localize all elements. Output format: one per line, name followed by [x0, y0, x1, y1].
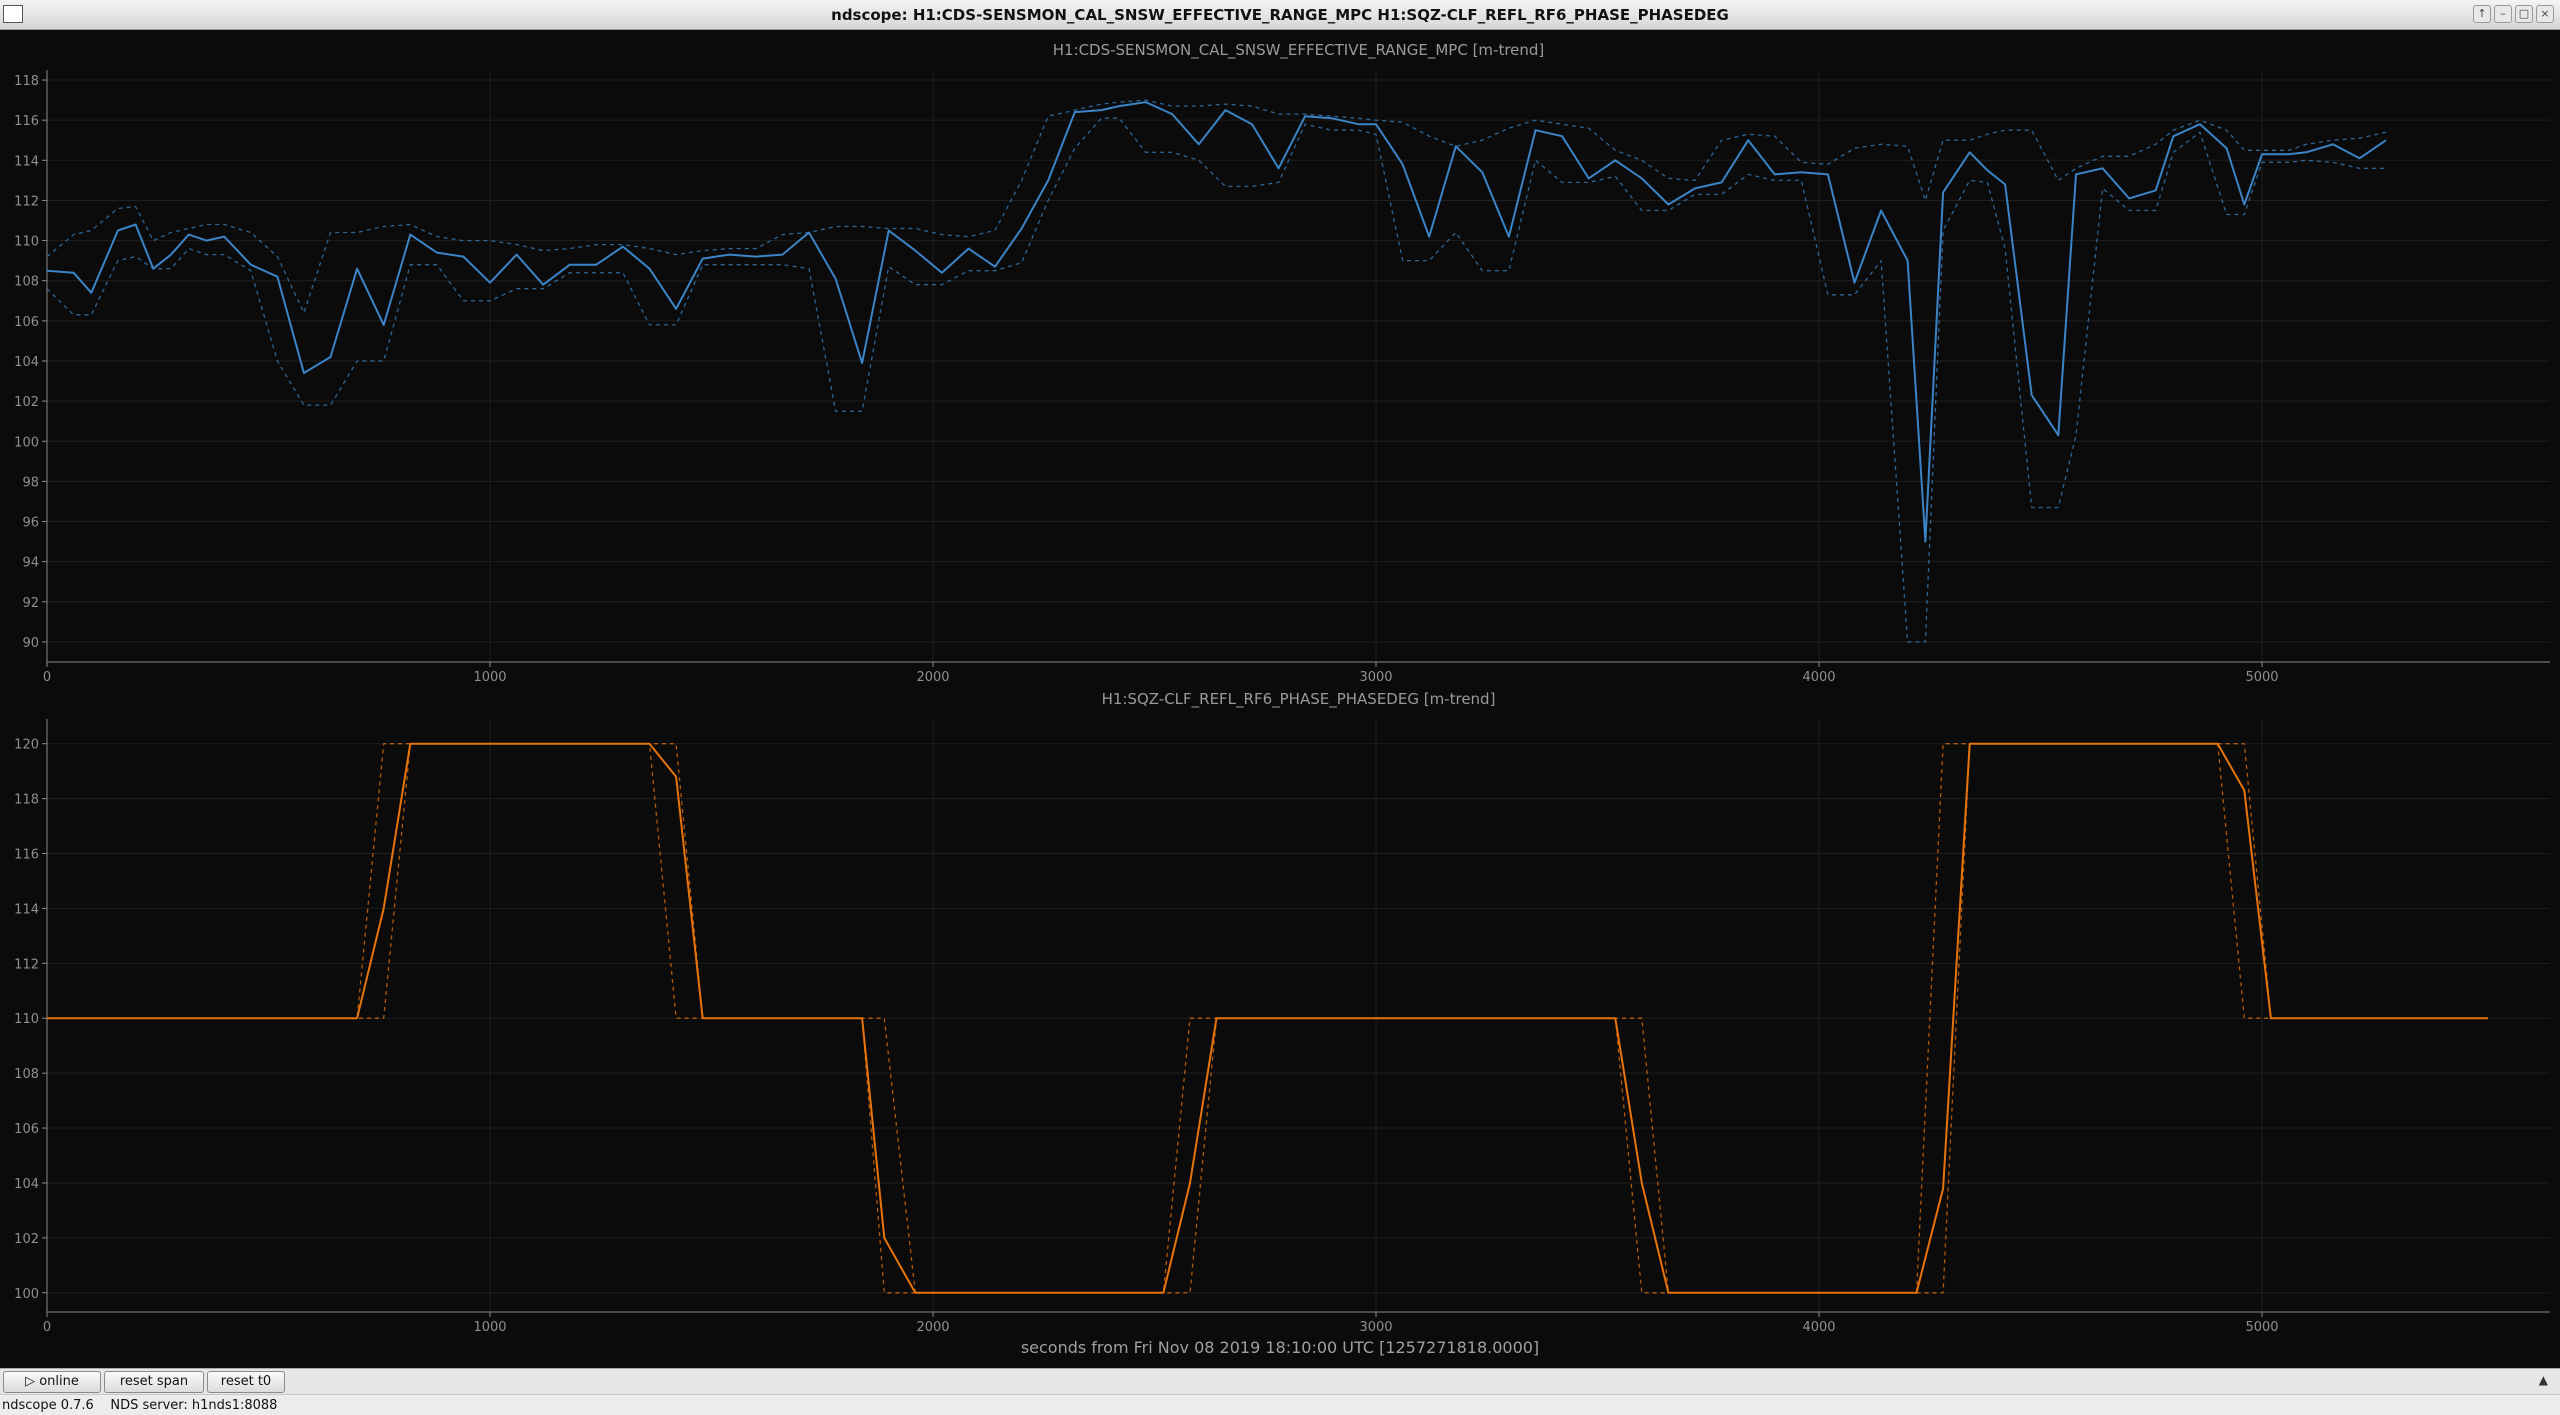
plot-panel-top: H1:CDS-SENSMON_CAL_SNSW_EFFECTIVE_RANGE_…	[14, 41, 2550, 685]
y-tick-label: 102	[14, 395, 39, 410]
y-tick-label: 104	[14, 1177, 39, 1192]
x-tick-label: 2000	[916, 670, 949, 685]
x-tick-label: 3000	[1359, 1320, 1392, 1335]
y-tick-label: 116	[14, 848, 39, 863]
window-controls: ↑ – □ ×	[2473, 5, 2554, 23]
y-tick-label: 106	[14, 1122, 39, 1137]
x-tick-label: 0	[43, 1320, 51, 1335]
server-label: NDS server: h1nds1:8088	[110, 1398, 278, 1413]
version-label: ndscope 0.7.6	[2, 1398, 94, 1413]
y-tick-label: 108	[14, 1067, 39, 1082]
x-tick-label: 4000	[1802, 1320, 1835, 1335]
x-tick-label: 1000	[473, 670, 506, 685]
y-tick-label: 94	[22, 556, 39, 571]
x-tick-label: 5000	[2245, 1320, 2278, 1335]
y-tick-label: 116	[14, 114, 39, 129]
y-tick-label: 108	[14, 275, 39, 290]
plot-title: H1:CDS-SENSMON_CAL_SNSW_EFFECTIVE_RANGE_…	[1053, 41, 1545, 60]
y-tick-label: 104	[14, 355, 39, 370]
y-tick-label: 106	[14, 315, 39, 330]
series-min-line	[46, 117, 2387, 643]
y-tick-label: 120	[14, 738, 39, 753]
y-tick-label: 110	[14, 1012, 39, 1027]
y-tick-label: 114	[14, 154, 39, 169]
x-tick-label: 4000	[1802, 670, 1835, 685]
y-tick-label: 90	[22, 636, 39, 651]
y-tick-label: 100	[14, 1287, 39, 1302]
y-tick-label: 118	[14, 74, 39, 89]
y-tick-label: 114	[14, 902, 39, 917]
plots-canvas[interactable]: H1:CDS-SENSMON_CAL_SNSW_EFFECTIVE_RANGE_…	[0, 30, 2560, 1368]
reset-span-button[interactable]: reset span	[104, 1371, 204, 1393]
y-tick-label: 100	[14, 435, 39, 450]
x-tick-label: 0	[43, 670, 51, 685]
online-button[interactable]: ▷ online	[3, 1371, 101, 1393]
y-tick-label: 102	[14, 1232, 39, 1247]
plot-area[interactable]: H1:CDS-SENSMON_CAL_SNSW_EFFECTIVE_RANGE_…	[0, 30, 2560, 1368]
close-button[interactable]: ×	[2536, 5, 2554, 23]
x-tick-label: 5000	[2245, 670, 2278, 685]
y-tick-label: 92	[22, 596, 39, 611]
status-bar: ndscope 0.7.6 NDS server: h1nds1:8088	[0, 1394, 2560, 1415]
plot-panel-bottom: H1:SQZ-CLF_REFL_RF6_PHASE_PHASEDEG [m-tr…	[14, 690, 2550, 1335]
control-bar: ▷ online reset span reset t0 ▲	[0, 1368, 2560, 1394]
x-tick-label: 2000	[916, 1320, 949, 1335]
y-tick-label: 96	[22, 516, 39, 531]
plot-title: H1:SQZ-CLF_REFL_RF6_PHASE_PHASEDEG [m-tr…	[1102, 690, 1496, 709]
y-tick-label: 110	[14, 235, 39, 250]
y-tick-label: 98	[22, 475, 39, 490]
maximize-button[interactable]: □	[2515, 5, 2533, 23]
minimize-button[interactable]: –	[2494, 5, 2512, 23]
x-axis-label: seconds from Fri Nov 08 2019 18:10:00 UT…	[1021, 1338, 1539, 1357]
series-mean-line	[46, 101, 2387, 543]
y-tick-label: 112	[14, 957, 39, 972]
x-tick-label: 1000	[473, 1320, 506, 1335]
expand-icon[interactable]: ▲	[2539, 1373, 2548, 1387]
y-tick-label: 112	[14, 194, 39, 209]
raise-button[interactable]: ↑	[2473, 5, 2491, 23]
y-tick-label: 118	[14, 793, 39, 808]
reset-t0-button[interactable]: reset t0	[207, 1371, 285, 1393]
x-tick-label: 3000	[1359, 670, 1392, 685]
window-titlebar[interactable]: ndscope: H1:CDS-SENSMON_CAL_SNSW_EFFECTI…	[0, 0, 2560, 30]
window-title: ndscope: H1:CDS-SENSMON_CAL_SNSW_EFFECTI…	[831, 6, 1729, 24]
